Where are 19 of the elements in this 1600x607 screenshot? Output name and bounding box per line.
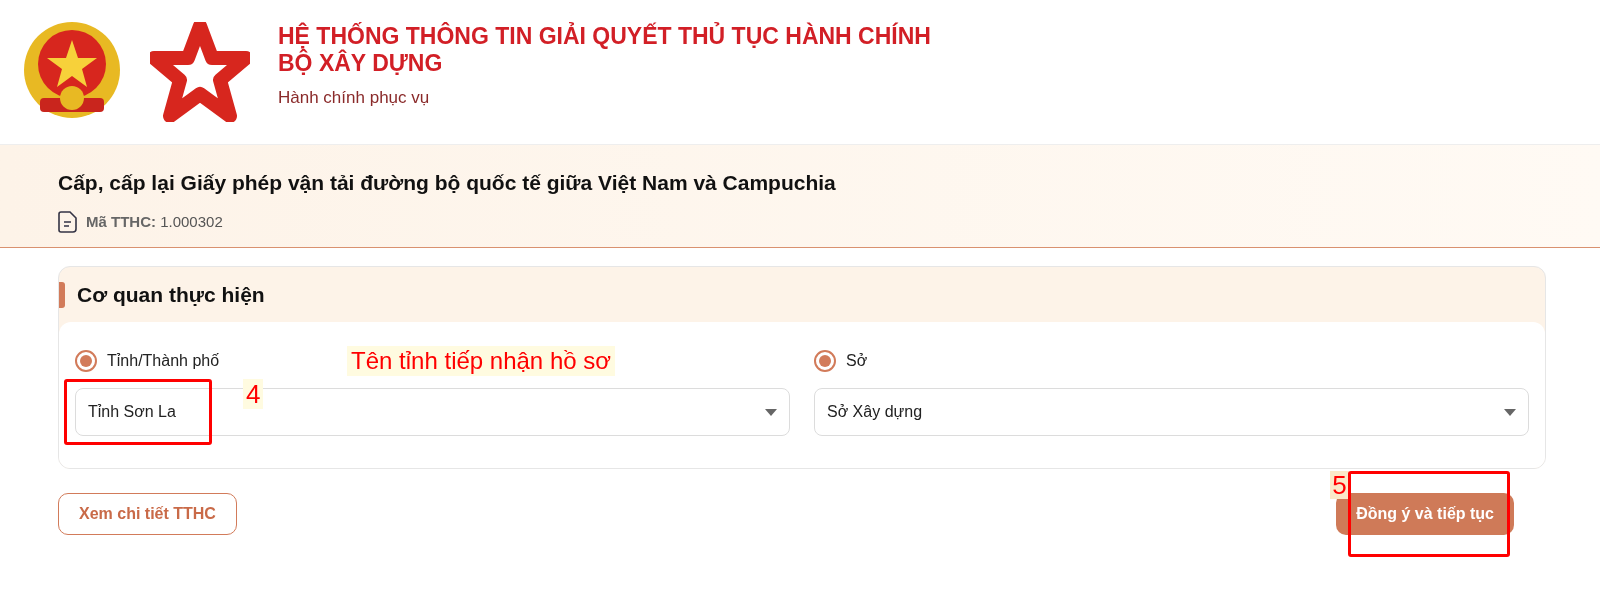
- caret-icon: [1504, 408, 1516, 416]
- field-label: Sở: [846, 351, 868, 371]
- radio-button[interactable]: [75, 350, 97, 372]
- procedure-code: Mã TTHC: 1.000302: [86, 211, 223, 232]
- accent-bar: [59, 281, 65, 308]
- caret-icon: [765, 408, 777, 416]
- annotation-callout: Tên tỉnh tiếp nhận hồ sơ: [347, 346, 615, 376]
- slogan: Hành chính phục vụ: [278, 87, 431, 110]
- step-number: 4: [243, 379, 264, 409]
- radio-button[interactable]: [814, 350, 836, 372]
- ministry-title: BỘ XÂY DỰNG: [278, 50, 444, 78]
- select-field[interactable]: Sở Xây dựng: [814, 388, 1529, 436]
- procedure-title: Cấp, cấp lại Giấy phép vận tải đường bộ quốc tế giữa Việt Nam và Campuchia: [58, 170, 837, 196]
- field-label: Tỉnh/Thành phố: [107, 351, 220, 371]
- document-icon: [58, 210, 78, 233]
- details-button[interactable]: Xem chi tiết TTHC: [58, 493, 237, 535]
- section-title: Cơ quan thực hiện: [77, 281, 265, 308]
- step-number: 5: [1330, 471, 1349, 499]
- system-title: HỆ THỐNG THÔNG TIN GIẢI QUYẾT THỦ TỤC HÀNH CHÍNH: [278, 23, 931, 50]
